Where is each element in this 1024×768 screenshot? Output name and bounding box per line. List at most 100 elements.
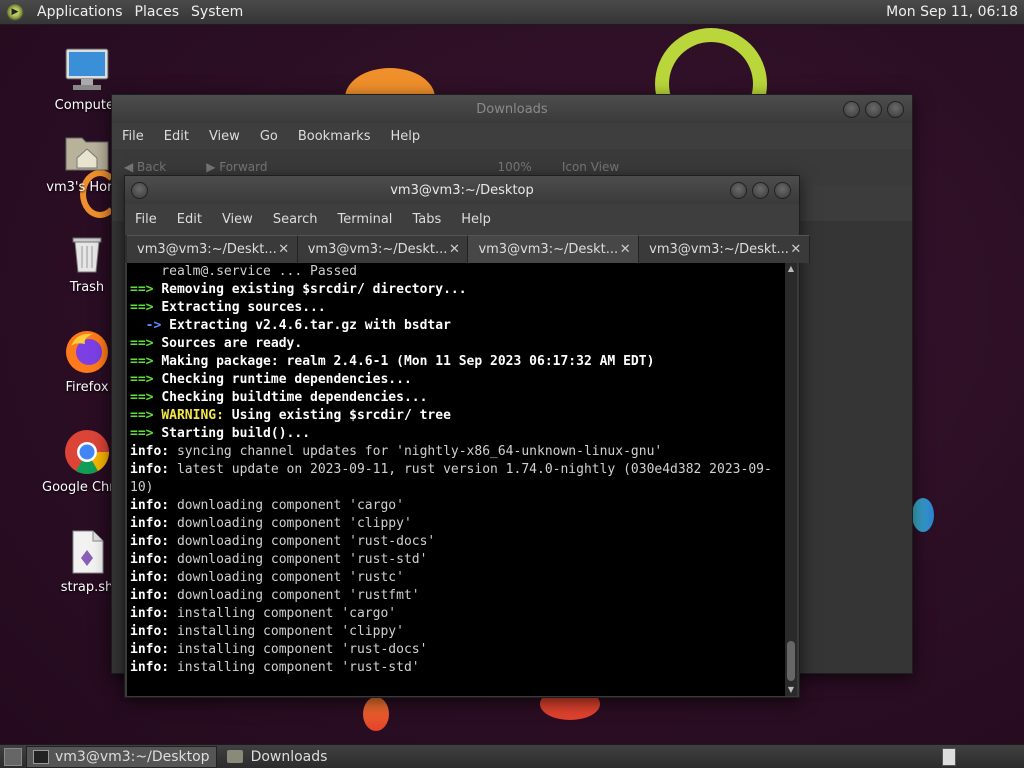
minimize-button[interactable] xyxy=(843,101,860,118)
terminal-tab-1[interactable]: vm3@vm3:~/Deskt... ✕ xyxy=(127,235,298,263)
close-icon[interactable]: ✕ xyxy=(277,242,291,257)
maximize-button[interactable] xyxy=(865,101,882,118)
terminal-line-text: Making package: realm 2.4.6-1 (Mon 11 Se… xyxy=(161,354,655,369)
tab-label: vm3@vm3:~/Deskt... xyxy=(649,242,789,257)
system-menu[interactable]: System xyxy=(186,4,248,20)
scrollbar-thumb[interactable] xyxy=(787,641,795,681)
menu-search[interactable]: Search xyxy=(263,212,328,227)
terminal-line-prefix: info: xyxy=(130,462,170,477)
terminal-titlebar[interactable]: vm3@vm3:~/Desktop xyxy=(125,176,799,204)
terminal-line: ==> Removing existing $srcdir/ directory… xyxy=(130,281,782,299)
task-label: vm3@vm3:~/Desktop xyxy=(55,748,210,765)
menu-bookmarks[interactable]: Bookmarks xyxy=(288,129,381,144)
terminal-scrollbar[interactable]: ▲ ▼ xyxy=(785,263,797,696)
forward-button[interactable]: ▶ Forward xyxy=(206,160,267,174)
view-mode-select[interactable]: Icon View xyxy=(562,160,619,174)
tab-label: vm3@vm3:~/Deskt... xyxy=(137,242,277,257)
terminal-line: ==> Extracting sources... xyxy=(130,299,782,317)
terminal-tab-4[interactable]: vm3@vm3:~/Deskt... ✕ xyxy=(639,235,810,263)
terminal-line: ==> Checking buildtime dependencies... xyxy=(130,389,782,407)
terminal-line: info: downloading component 'cargo' xyxy=(130,497,782,515)
firefox-icon xyxy=(63,328,111,376)
menu-help[interactable]: Help xyxy=(451,212,501,227)
menu-view[interactable]: View xyxy=(199,129,250,144)
menu-terminal[interactable]: Terminal xyxy=(327,212,402,227)
applications-menu[interactable]: Applications xyxy=(32,4,128,20)
bottom-panel: vm3@vm3:~/Desktop Downloads xyxy=(0,744,1024,768)
terminal-line: ==> Making package: realm 2.4.6-1 (Mon 1… xyxy=(130,353,782,371)
terminal-line-text: Extracting sources... xyxy=(161,300,326,315)
maximize-button[interactable] xyxy=(752,182,769,199)
forward-label: Forward xyxy=(219,160,268,174)
terminal-line-text: Removing existing $srcdir/ directory... xyxy=(161,282,467,297)
terminal-tab-2[interactable]: vm3@vm3:~/Deskt... ✕ xyxy=(297,235,469,263)
terminal-line-prefix: info: xyxy=(130,516,170,531)
terminal-line-text: installing component 'rust-docs' xyxy=(169,642,428,657)
zoom-level[interactable]: 100% xyxy=(498,160,532,174)
terminal-line-prefix: info: xyxy=(130,642,170,657)
folder-icon xyxy=(226,750,243,763)
terminal-line: info: downloading component 'rust-docs' xyxy=(130,533,782,551)
trash-applet-icon[interactable] xyxy=(942,747,956,766)
clock[interactable]: Mon Sep 11, 06:18 xyxy=(886,4,1018,20)
terminal-line-text: Using existing $srcdir/ tree xyxy=(223,408,451,423)
terminal-line: -> Extracting v2.4.6.tar.gz with bsdtar xyxy=(130,317,782,335)
menu-file[interactable]: File xyxy=(112,129,154,144)
close-button[interactable] xyxy=(774,182,791,199)
script-file-icon xyxy=(63,528,111,576)
menu-file[interactable]: File xyxy=(125,212,167,227)
minimize-button[interactable] xyxy=(730,182,747,199)
menu-edit[interactable]: Edit xyxy=(154,129,199,144)
wallpaper-teal-shape xyxy=(912,498,934,532)
window-menu-button[interactable] xyxy=(131,182,148,199)
scroll-down-icon[interactable]: ▼ xyxy=(785,684,797,696)
menu-tabs[interactable]: Tabs xyxy=(402,212,451,227)
terminal-line-prefix: info: xyxy=(130,660,170,675)
terminal-menubar: File Edit View Search Terminal Tabs Help xyxy=(125,204,799,235)
terminal-line-text: syncing channel updates for 'nightly-x86… xyxy=(169,444,663,459)
wallpaper-orange-drop xyxy=(363,697,389,731)
terminal-line-prefix: ==> xyxy=(130,336,162,351)
chrome-icon xyxy=(63,428,111,476)
terminal-line-prefix: ==> xyxy=(130,372,162,387)
terminal-line: ==> Checking runtime dependencies... xyxy=(130,371,782,389)
terminal-line-text: Starting build()... xyxy=(161,426,311,441)
terminal-line-prefix: -> xyxy=(130,318,170,333)
downloads-titlebar[interactable]: Downloads xyxy=(112,95,912,123)
terminal-tab-3[interactable]: vm3@vm3:~/Deskt... ✕ xyxy=(468,235,640,263)
close-icon[interactable]: ✕ xyxy=(447,242,461,257)
terminal-line-text: downloading component 'rustc' xyxy=(169,570,404,585)
terminal-line-prefix: ==> xyxy=(130,426,162,441)
menu-help[interactable]: Help xyxy=(380,129,430,144)
terminal-output[interactable]: realm@.service ... Passed ==> Removing ex… xyxy=(127,263,785,696)
terminal-line-text: downloading component 'rust-docs' xyxy=(169,534,436,549)
terminal-line: info: installing component 'rust-std' xyxy=(130,659,782,677)
task-label: Downloads xyxy=(250,748,328,765)
terminal-line-text: installing component 'clippy' xyxy=(169,624,404,639)
places-menu[interactable]: Places xyxy=(130,4,185,20)
terminal-line-prefix: ==> xyxy=(130,354,162,369)
back-button[interactable]: ◀ Back xyxy=(124,160,166,174)
distro-logo-icon[interactable]: ▶ xyxy=(6,3,24,21)
tab-label: vm3@vm3:~/Deskt... xyxy=(307,242,448,257)
terminal-line-prefix: info: xyxy=(130,588,170,603)
close-icon[interactable]: ✕ xyxy=(618,242,632,257)
taskbar-downloads[interactable]: Downloads xyxy=(221,746,334,768)
menu-edit[interactable]: Edit xyxy=(167,212,212,227)
close-icon[interactable]: ✕ xyxy=(789,242,803,257)
terminal-line: info: installing component 'cargo' xyxy=(130,605,782,623)
terminal-line-prefix: info: xyxy=(130,534,170,549)
terminal-line-text: downloading component 'cargo' xyxy=(169,498,404,513)
terminal-window[interactable]: vm3@vm3:~/Desktop File Edit View Search … xyxy=(124,175,810,698)
taskbar-terminal[interactable]: vm3@vm3:~/Desktop xyxy=(26,745,217,768)
show-desktop-icon[interactable] xyxy=(4,747,22,766)
terminal-line: info: syncing channel updates for 'night… xyxy=(130,443,782,461)
scroll-up-icon[interactable]: ▲ xyxy=(785,263,797,275)
menu-view[interactable]: View xyxy=(212,212,263,227)
close-button[interactable] xyxy=(887,101,904,118)
window-title: Downloads xyxy=(476,101,548,117)
terminal-line: 10) xyxy=(130,479,782,497)
menu-go[interactable]: Go xyxy=(250,129,288,144)
terminal-tabbar: vm3@vm3:~/Deskt... ✕ vm3@vm3:~/Deskt... ✕ … xyxy=(125,235,810,263)
terminal-line: info: downloading component 'clippy' xyxy=(130,515,782,533)
